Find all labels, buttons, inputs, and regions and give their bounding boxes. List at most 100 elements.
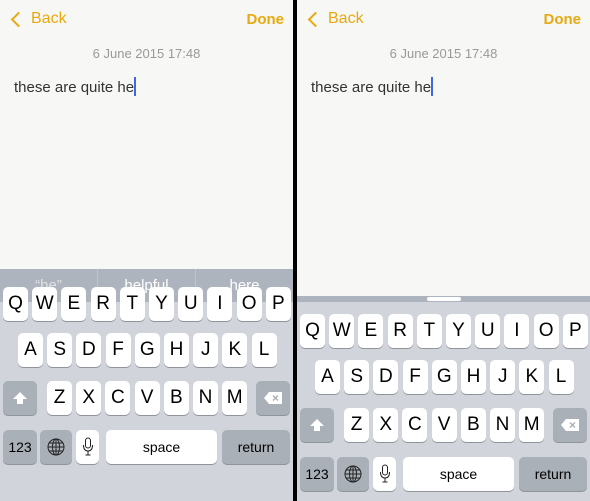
delete-key[interactable] bbox=[553, 408, 587, 442]
key-e[interactable]: E bbox=[358, 314, 384, 348]
key-n[interactable]: N bbox=[193, 381, 218, 415]
key-e-label: E bbox=[67, 293, 81, 314]
key-t[interactable]: T bbox=[119, 287, 145, 321]
key-s[interactable]: S bbox=[47, 333, 73, 367]
key-q[interactable]: Q bbox=[3, 287, 28, 321]
delete-key[interactable] bbox=[256, 381, 290, 415]
key-w[interactable]: W bbox=[32, 287, 58, 321]
key-p[interactable]: P bbox=[562, 314, 588, 348]
key-e[interactable]: E bbox=[61, 287, 87, 321]
key-c[interactable]: C bbox=[402, 408, 428, 442]
note-text-area[interactable]: these are quite he bbox=[14, 77, 137, 96]
keyboard: Q W E R T Y U I O P A S D F G H J K L Z X C V B N M 123 space return bbox=[297, 296, 590, 501]
return-key[interactable]: return bbox=[519, 457, 587, 491]
space-key[interactable]: space bbox=[106, 430, 217, 464]
key-d[interactable]: D bbox=[373, 360, 399, 394]
key-o[interactable]: O bbox=[533, 314, 559, 348]
key-b[interactable]: B bbox=[163, 381, 189, 415]
key-c-label: C bbox=[408, 414, 422, 435]
key-m[interactable]: M bbox=[222, 381, 248, 415]
key-m[interactable]: M bbox=[519, 408, 545, 442]
shift-key[interactable] bbox=[300, 408, 334, 442]
key-d[interactable]: D bbox=[76, 333, 102, 367]
predictive-bar-collapsed[interactable] bbox=[297, 296, 590, 302]
note-text-area[interactable]: these are quite he bbox=[311, 77, 434, 96]
key-row: 123 space return bbox=[297, 457, 590, 491]
key-v[interactable]: V bbox=[431, 408, 457, 442]
key-n[interactable]: N bbox=[490, 408, 515, 442]
key-l[interactable]: L bbox=[548, 360, 574, 394]
key-v-label: V bbox=[437, 414, 451, 435]
key-v[interactable]: V bbox=[134, 381, 160, 415]
key-y[interactable]: Y bbox=[446, 314, 471, 348]
space-key-label: space bbox=[439, 466, 478, 482]
key-a[interactable]: A bbox=[315, 360, 340, 394]
microphone-key[interactable] bbox=[76, 430, 99, 464]
key-h[interactable]: H bbox=[164, 333, 189, 367]
back-button[interactable]: Back bbox=[306, 10, 364, 28]
microphone-key[interactable] bbox=[373, 457, 396, 491]
key-p-label: P bbox=[568, 320, 582, 341]
note-pane-with-predictive: Back Done 6 June 2015 17:48 these are qu… bbox=[0, 0, 293, 501]
key-y-label: Y bbox=[155, 293, 168, 314]
key-k-label: K bbox=[228, 339, 242, 360]
key-q-label: Q bbox=[305, 320, 320, 341]
key-k[interactable]: K bbox=[222, 333, 248, 367]
shift-key[interactable] bbox=[3, 381, 37, 415]
key-f[interactable]: F bbox=[402, 360, 428, 394]
key-i[interactable]: I bbox=[504, 314, 530, 348]
key-j-label: J bbox=[497, 366, 508, 387]
key-x-label: X bbox=[82, 387, 96, 408]
key-z-label: Z bbox=[53, 387, 66, 408]
shift-arrow-icon bbox=[310, 419, 324, 431]
key-b[interactable]: B bbox=[460, 408, 486, 442]
globe-key[interactable] bbox=[40, 430, 72, 464]
done-button[interactable]: Done bbox=[544, 11, 582, 28]
note-date: 6 June 2015 17:48 bbox=[92, 46, 201, 61]
back-label: Back bbox=[31, 10, 67, 27]
key-i[interactable]: I bbox=[207, 287, 233, 321]
key-j[interactable]: J bbox=[193, 333, 219, 367]
key-h[interactable]: H bbox=[461, 360, 486, 394]
key-w[interactable]: W bbox=[329, 314, 355, 348]
key-g[interactable]: G bbox=[431, 360, 457, 394]
key-d-label: D bbox=[379, 366, 393, 387]
key-p[interactable]: P bbox=[265, 287, 291, 321]
key-s[interactable]: S bbox=[344, 360, 370, 394]
shift-arrow-icon bbox=[13, 392, 27, 404]
key-e-label: E bbox=[364, 320, 378, 341]
space-key[interactable]: space bbox=[403, 457, 514, 491]
key-j[interactable]: J bbox=[490, 360, 516, 394]
key-q[interactable]: Q bbox=[300, 314, 325, 348]
grab-handle[interactable] bbox=[426, 297, 461, 301]
numbers-key[interactable]: 123 bbox=[300, 457, 334, 491]
key-o-label: O bbox=[538, 320, 554, 341]
key-o[interactable]: O bbox=[236, 287, 262, 321]
key-row: ASDFGHJKL bbox=[297, 360, 590, 394]
key-f-label: F bbox=[112, 339, 124, 360]
key-t[interactable]: T bbox=[416, 314, 442, 348]
key-x[interactable]: X bbox=[76, 381, 102, 415]
key-u[interactable]: U bbox=[178, 287, 204, 321]
key-c[interactable]: C bbox=[105, 381, 131, 415]
numbers-key[interactable]: 123 bbox=[3, 430, 37, 464]
done-button[interactable]: Done bbox=[247, 11, 285, 28]
globe-key[interactable] bbox=[337, 457, 369, 491]
key-z[interactable]: Z bbox=[344, 408, 369, 442]
key-c-label: C bbox=[111, 387, 125, 408]
key-x[interactable]: X bbox=[373, 408, 399, 442]
key-k[interactable]: K bbox=[519, 360, 545, 394]
key-a[interactable]: A bbox=[18, 333, 43, 367]
key-r[interactable]: R bbox=[387, 314, 413, 348]
key-f[interactable]: F bbox=[105, 333, 131, 367]
return-key[interactable]: return bbox=[222, 430, 290, 464]
key-y[interactable]: Y bbox=[149, 287, 174, 321]
key-g[interactable]: G bbox=[134, 333, 160, 367]
key-l[interactable]: L bbox=[251, 333, 277, 367]
key-u[interactable]: U bbox=[475, 314, 501, 348]
key-y-label: Y bbox=[452, 320, 465, 341]
key-n-label: N bbox=[198, 387, 213, 408]
back-button[interactable]: Back bbox=[9, 10, 67, 28]
key-r[interactable]: R bbox=[90, 287, 116, 321]
key-z[interactable]: Z bbox=[47, 381, 72, 415]
